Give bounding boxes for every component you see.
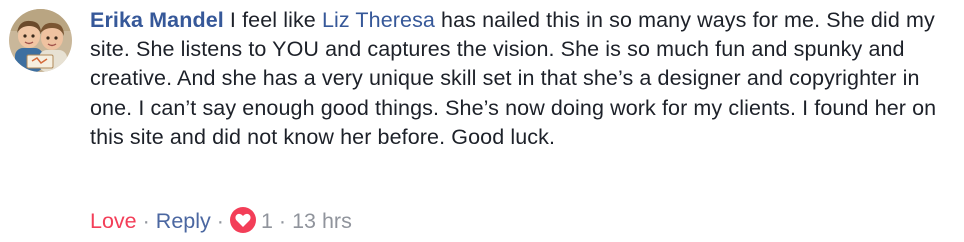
separator-dot: ·: [142, 208, 150, 233]
reply-button[interactable]: Reply: [156, 209, 211, 234]
avatar-photo: [9, 9, 72, 72]
comment-body: Erika Mandel I feel like Liz Theresa has…: [90, 6, 950, 152]
comment: Erika Mandel I feel like Liz Theresa has…: [0, 0, 964, 242]
comment-author-link[interactable]: Erika Mandel: [90, 8, 224, 32]
reaction-count: 1: [260, 208, 273, 233]
separator-dot: ·: [278, 208, 287, 233]
heart-icon: [229, 207, 256, 233]
reactions-summary[interactable]: 1: [229, 207, 273, 234]
avatar[interactable]: [9, 9, 72, 72]
love-button[interactable]: Love: [90, 209, 137, 234]
mention-link[interactable]: Liz Theresa: [322, 8, 435, 32]
comment-text-intro: I feel like: [223, 8, 322, 32]
separator-dot: ·: [216, 208, 224, 233]
comment-timestamp[interactable]: 13 hrs: [292, 209, 352, 234]
comment-actions: Love · Reply · 1 · 13 hrs: [90, 206, 352, 236]
